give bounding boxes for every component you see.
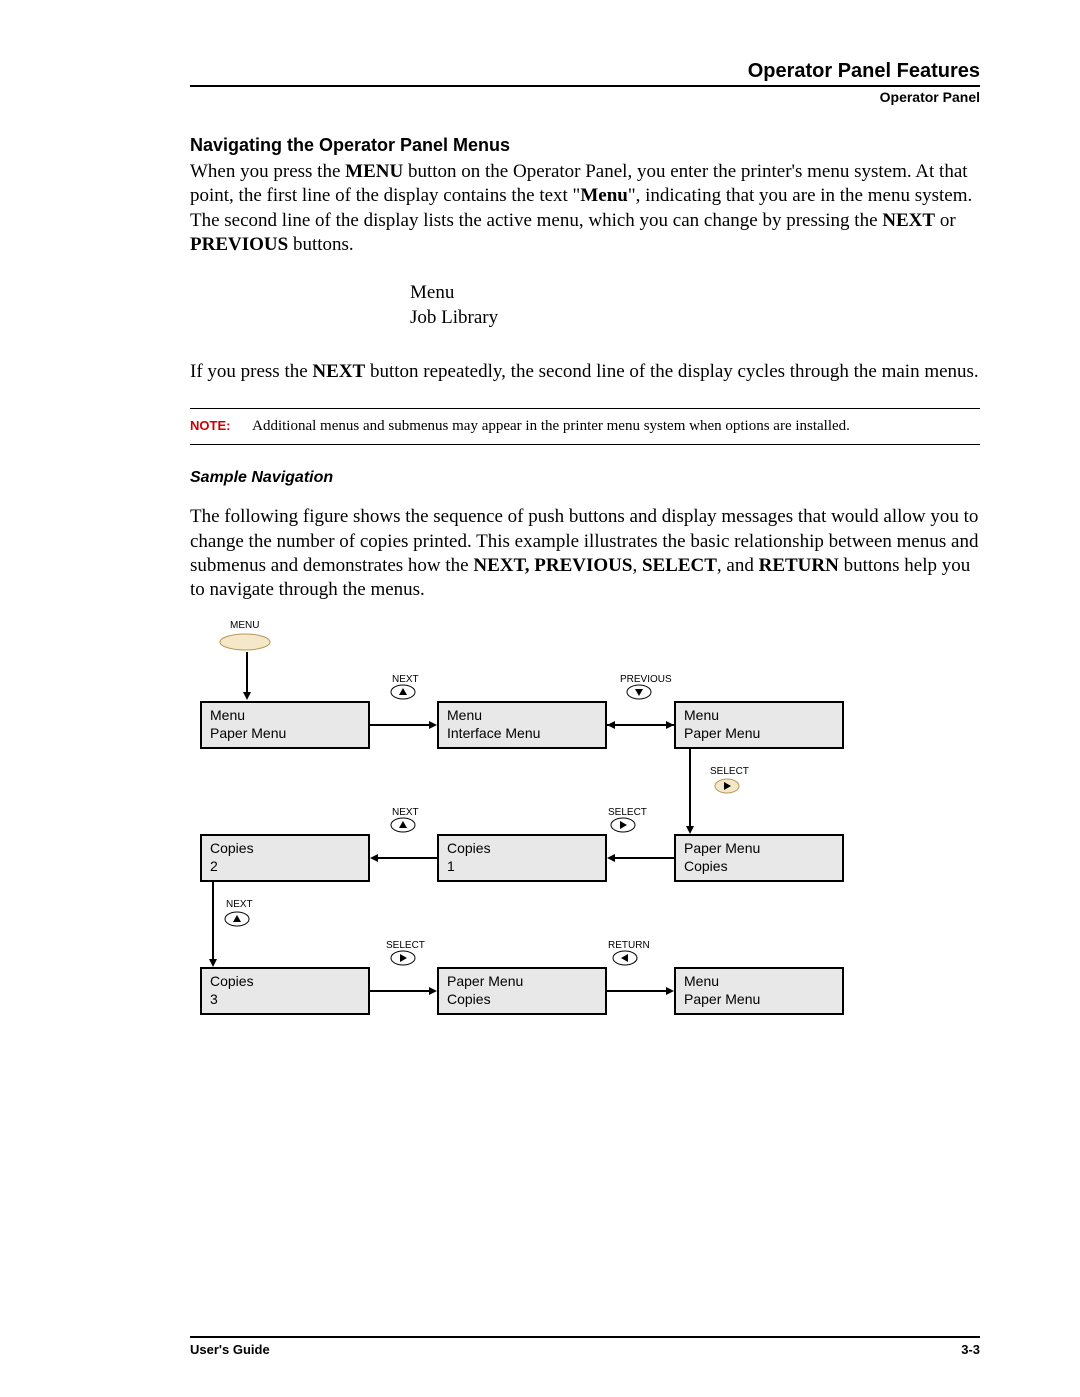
header-subtitle: Operator Panel [190,89,980,105]
select-button-icon [610,817,636,833]
box-copies-3: Copies3 [200,967,370,1015]
next-label: NEXT [226,899,253,910]
arrow-left-icon [607,851,674,865]
box-menu-paper-2: MenuPaper Menu [674,701,844,749]
box-papermenu-copies-2: Paper MenuCopies [437,967,607,1015]
display-line2: Job Library [410,306,980,330]
paragraph-2: If you press the NEXT button repeatedly,… [190,360,980,384]
box-menu-paper-3: MenuPaper Menu [674,967,844,1015]
box-menu-interface: MenuInterface Menu [437,701,607,749]
select-button-icon [390,950,416,966]
arrow-left-icon [607,718,674,732]
arrow-down-icon [208,882,218,967]
footer-left: User's Guide [190,1342,270,1357]
note-label: NOTE: [190,418,230,433]
sub-heading: Sample Navigation [190,469,980,487]
section-heading: Navigating the Operator Panel Menus [190,135,980,156]
menu-button-icon [218,632,272,652]
footer-right: 3-3 [961,1342,980,1357]
arrow-left-icon [370,851,437,865]
box-menu-paper: MenuPaper Menu [200,701,370,749]
previous-button-icon [626,684,652,700]
note-text: Additional menus and submenus may appear… [252,418,850,434]
arrow-right-icon [607,984,674,998]
arrow-right-icon [370,718,437,732]
box-copies-1: Copies1 [437,834,607,882]
note-block: NOTE: Additional menus and submenus may … [190,408,980,445]
select-button-icon [714,778,740,794]
header-title: Operator Panel Features [190,60,980,83]
lcd-display-example: Menu Job Library [410,281,980,330]
paragraph-3: The following figure shows the sequence … [190,505,980,602]
arrow-down-icon [685,749,695,834]
menu-label: MENU [230,620,259,631]
arrow-down-icon [242,652,252,700]
page-footer: User's Guide 3-3 [190,1336,980,1357]
display-line1: Menu [410,281,980,305]
return-button-icon [612,950,638,966]
box-papermenu-copies: Paper MenuCopies [674,834,844,882]
box-copies-2: Copies2 [200,834,370,882]
arrow-right-icon [370,984,437,998]
next-button-icon [390,817,416,833]
next-button-icon [390,684,416,700]
navigation-diagram: MENU MenuPaper Menu MenuInterface Menu M… [190,626,870,1056]
next-button-icon [224,911,250,927]
intro-paragraph: When you press the MENU button on the Op… [190,160,980,257]
select-label: SELECT [710,766,749,777]
